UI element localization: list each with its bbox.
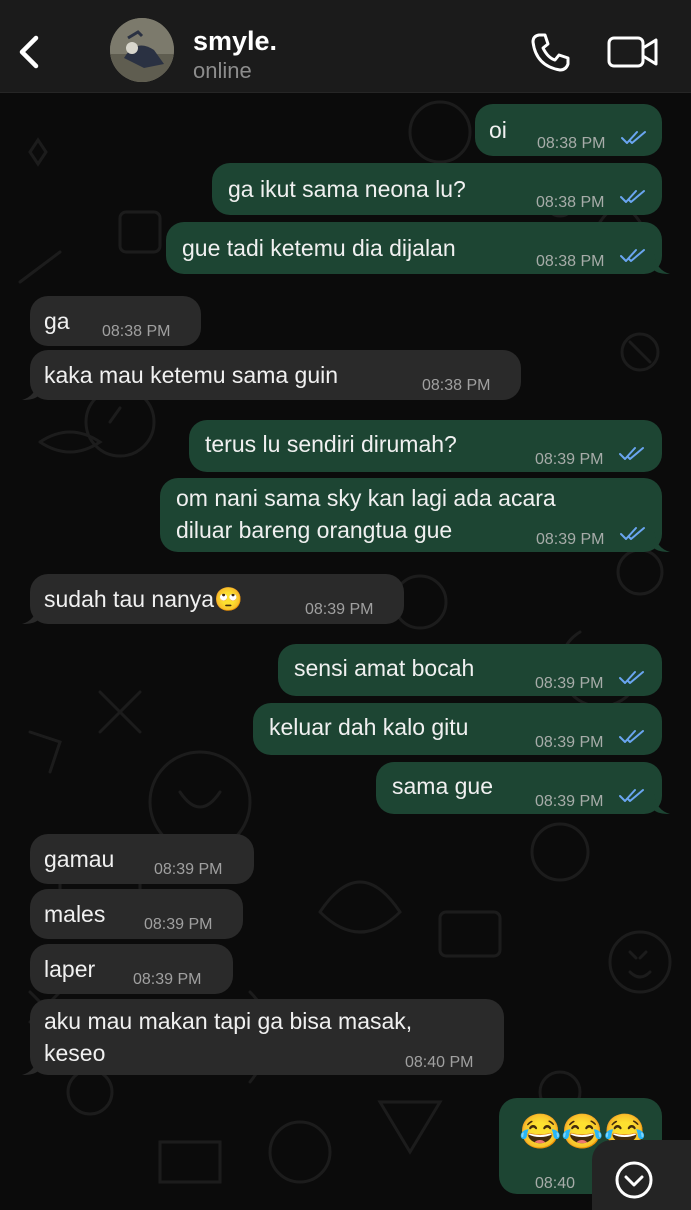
read-receipt-icon (620, 249, 645, 262)
message-text: keluar dah kalo gitu (269, 714, 469, 740)
incoming-message[interactable]: gamau 08:39 PM (30, 834, 254, 884)
message-time: 08:38 PM (422, 377, 491, 394)
incoming-message[interactable]: sudah tau nanya🙄 08:39 PM (30, 574, 404, 624)
outgoing-message[interactable]: keluar dah kalo gitu 08:39 PM (253, 703, 662, 755)
incoming-message[interactable]: ga 08:38 PM (30, 296, 201, 346)
outgoing-message[interactable]: om nani sama sky kan lagi ada acara dilu… (160, 478, 662, 552)
message-text: gue tadi ketemu dia dijalan (182, 235, 456, 261)
read-receipt-icon (620, 190, 645, 203)
video-camera-icon (607, 36, 658, 68)
contact-avatar[interactable] (110, 18, 174, 82)
message-text: aku mau makan tapi ga bisa masak, keseo (44, 1008, 413, 1066)
avatar-photo (110, 18, 174, 82)
outgoing-message[interactable]: sensi amat bocah 08:39 PM (278, 644, 662, 696)
message-text: laper (44, 956, 96, 982)
read-receipt-icon (621, 131, 646, 144)
message-text: ga ikut sama neona lu? (228, 176, 466, 202)
message-time: 08:38 PM (102, 323, 171, 340)
outgoing-message[interactable]: ga ikut sama neona lu? 08:38 PM (212, 163, 662, 215)
message-text: oi (489, 117, 507, 143)
bubble-tail (22, 604, 38, 624)
message-text: kaka mau ketemu sama guin (44, 362, 339, 388)
contact-status: online (193, 58, 252, 83)
message-time: 08:39 PM (535, 451, 604, 468)
message-text: gamau (44, 846, 115, 872)
message-text: sama gue (392, 773, 494, 799)
back-button[interactable] (12, 30, 46, 74)
message-time: 08:38 PM (537, 135, 606, 152)
bubble-tail (22, 1055, 38, 1075)
outgoing-message[interactable]: terus lu sendiri dirumah? 08:39 PM (189, 420, 662, 472)
incoming-message[interactable]: males 08:39 PM (30, 889, 243, 939)
phone-icon (531, 33, 570, 72)
message-text: terus lu sendiri dirumah? (205, 431, 457, 457)
message-time: 08:39 PM (535, 793, 604, 810)
read-receipt-icon (619, 447, 644, 460)
message-time: 08:39 PM (305, 601, 374, 618)
message-time: 08:39 PM (154, 861, 223, 878)
read-receipt-icon (619, 730, 644, 743)
read-receipt-icon (619, 789, 644, 802)
video-call-button[interactable] (606, 32, 660, 72)
outgoing-message[interactable]: oi 08:38 PM (475, 104, 662, 156)
voice-call-button[interactable] (528, 30, 572, 74)
message-time: 08:39 PM (535, 734, 604, 751)
contact-name[interactable]: smyle. (193, 26, 277, 57)
incoming-message[interactable]: kaka mau ketemu sama guin 08:38 PM (30, 350, 521, 400)
message-time: 08:39 PM (133, 971, 202, 988)
message-time: 08:40 PM (405, 1054, 474, 1071)
message-time: 08:38 PM (536, 194, 605, 211)
message-time: 08:39 PM (536, 531, 605, 548)
message-text: ga (44, 308, 70, 334)
message-time: 08:39 PM (144, 916, 213, 933)
message-text: om nani sama sky kan lagi ada acara dilu… (176, 485, 556, 543)
message-text: sensi amat bocah (294, 655, 475, 681)
message-time: 08:38 PM (536, 253, 605, 270)
read-receipt-icon (619, 671, 644, 684)
read-receipt-icon (620, 527, 645, 540)
bubble-tail (654, 532, 670, 552)
incoming-message[interactable]: laper 08:39 PM (30, 944, 233, 994)
chevron-left-icon (19, 35, 39, 69)
message-time: 08:40 (535, 1175, 576, 1192)
bubble-tail (654, 794, 670, 814)
incoming-message[interactable]: aku mau makan tapi ga bisa masak, keseo 0… (30, 999, 504, 1075)
outgoing-message[interactable]: gue tadi ketemu dia dijalan 08:38 PM (166, 222, 662, 274)
outgoing-message[interactable]: sama gue 08:39 PM (376, 762, 662, 814)
chat-header: smyle. online (0, 0, 691, 93)
message-text: males (44, 901, 106, 927)
bubble-tail (22, 380, 38, 400)
message-time: 08:39 PM (535, 675, 604, 692)
chevron-down-icon (615, 1161, 653, 1199)
message-text: sudah tau nanya🙄 (44, 586, 243, 612)
bubble-tail (654, 254, 670, 274)
